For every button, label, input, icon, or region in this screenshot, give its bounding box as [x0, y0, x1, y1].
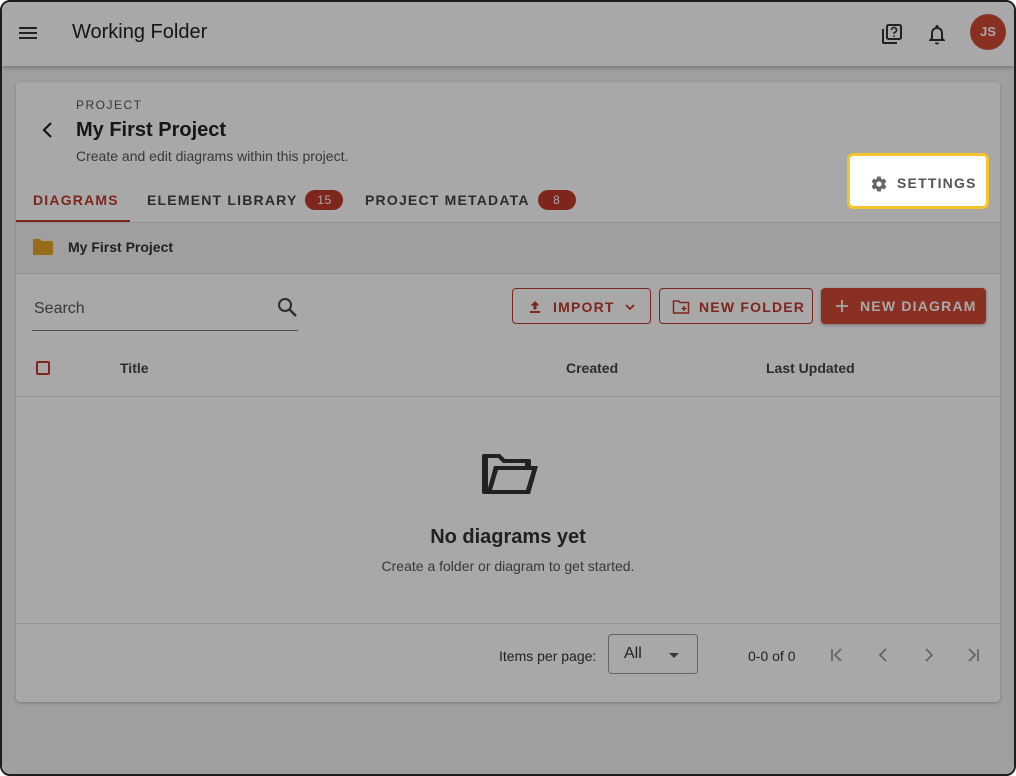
- table-header: Title Created Last Updated: [16, 340, 1000, 397]
- new-folder-icon: [672, 298, 690, 316]
- settings-label: SETTINGS: [897, 175, 977, 191]
- import-button[interactable]: IMPORT: [512, 288, 651, 324]
- new-diagram-button[interactable]: NEW DIAGRAM: [821, 288, 986, 324]
- column-title[interactable]: Title: [120, 360, 149, 376]
- prev-page-icon[interactable]: [872, 644, 894, 666]
- tab-label: PROJECT METADATA: [365, 192, 530, 208]
- import-label: IMPORT: [553, 299, 615, 315]
- app-title: Working Folder: [72, 21, 208, 43]
- open-folder-icon: [480, 452, 540, 500]
- dropdown-caret-icon: [669, 653, 679, 658]
- new-folder-button[interactable]: NEW FOLDER: [659, 288, 813, 324]
- app-bar: Working Folder JS: [2, 2, 1014, 66]
- search-input[interactable]: [32, 296, 266, 322]
- count-badge: 8: [537, 190, 576, 210]
- search-icon[interactable]: [276, 296, 298, 318]
- tab-label: ELEMENT LIBRARY: [147, 192, 298, 208]
- help-icon[interactable]: [880, 22, 904, 46]
- plus-icon: [833, 297, 851, 315]
- pagination: Items per page: All 0-0 of 0: [16, 623, 1000, 702]
- breadcrumb-item[interactable]: My First Project: [68, 239, 173, 255]
- breadcrumb: My First Project: [16, 222, 1000, 274]
- avatar[interactable]: JS: [970, 14, 1006, 50]
- empty-state-subtitle: Create a folder or diagram to get starte…: [381, 558, 635, 574]
- chevron-down-icon: [621, 298, 639, 316]
- items-per-page-label: Items per page:: [499, 648, 597, 664]
- new-folder-label: NEW FOLDER: [699, 299, 806, 315]
- page-title: My First Project: [76, 119, 227, 141]
- tab-element-library[interactable]: ELEMENT LIBRARY 15: [147, 178, 344, 222]
- tab-project-metadata[interactable]: PROJECT METADATA 8: [365, 178, 576, 222]
- menu-icon[interactable]: [16, 22, 40, 46]
- search-field: [32, 286, 298, 331]
- back-arrow-icon[interactable]: [36, 118, 60, 142]
- tab-label: DIAGRAMS: [33, 192, 119, 208]
- new-diagram-label: NEW DIAGRAM: [860, 298, 977, 314]
- bell-icon[interactable]: [925, 22, 949, 46]
- app-window: Working Folder JS PROJECT My First Proje…: [0, 0, 1016, 776]
- page-subtitle: Create and edit diagrams within this pro…: [76, 148, 349, 164]
- next-page-icon[interactable]: [918, 644, 940, 666]
- tab-diagrams[interactable]: DIAGRAMS: [16, 178, 130, 222]
- count-badge: 15: [305, 190, 344, 210]
- column-last-updated[interactable]: Last Updated: [766, 360, 855, 376]
- main-area: PROJECT My First Project Create and edit…: [2, 66, 1014, 774]
- first-page-icon[interactable]: [826, 644, 848, 666]
- empty-state-title: No diagrams yet: [430, 526, 586, 548]
- select-all-checkbox[interactable]: [36, 361, 50, 375]
- page-range: 0-0 of 0: [748, 648, 796, 664]
- upload-icon: [526, 298, 544, 316]
- items-per-page-select[interactable]: All: [608, 634, 698, 674]
- settings-button[interactable]: SETTINGS: [847, 153, 989, 209]
- last-page-icon[interactable]: [962, 644, 984, 666]
- folder-icon: [32, 237, 54, 257]
- column-created[interactable]: Created: [566, 360, 618, 376]
- project-overline: PROJECT: [76, 98, 143, 112]
- items-per-page-value: All: [624, 645, 642, 662]
- gear-icon: [870, 175, 888, 193]
